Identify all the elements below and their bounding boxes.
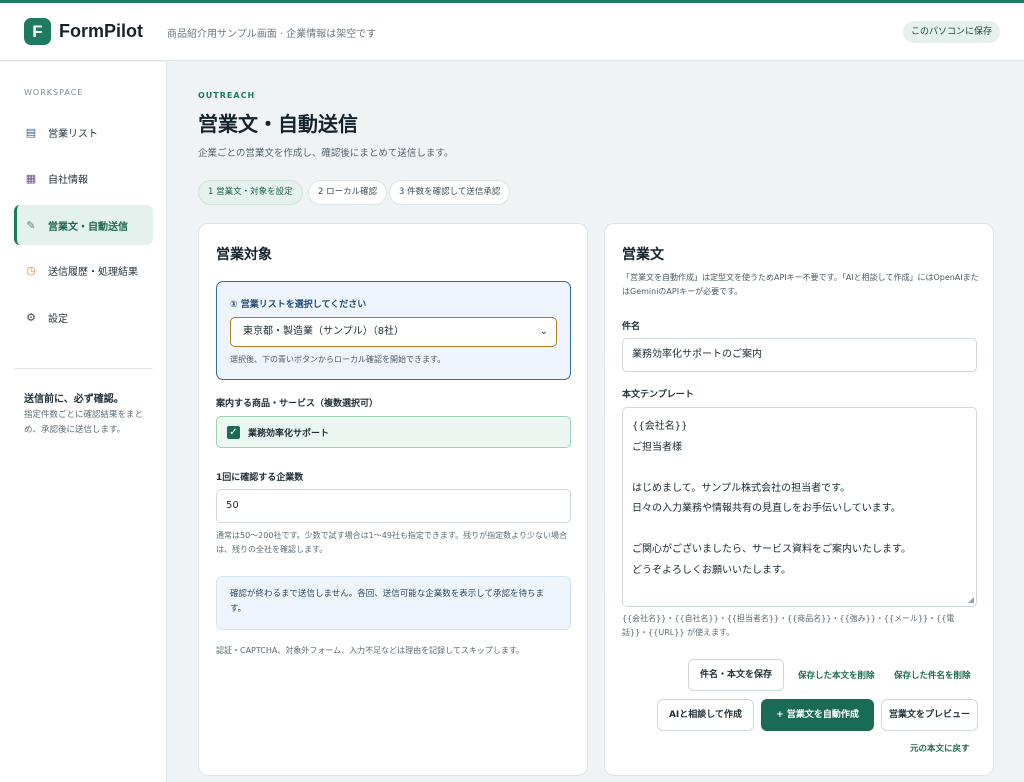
list-icon: ▤ <box>25 125 37 139</box>
delete-body-link[interactable]: 保存した本文を削除 <box>798 669 875 681</box>
save-to-pc-button[interactable]: このパソコンに保存 <box>902 21 1000 43</box>
target-card-title: 営業対象 <box>216 247 272 263</box>
count-input[interactable]: 50 <box>216 489 571 523</box>
count-label: 1回に確認する企業数 <box>216 473 304 483</box>
sidebar-item-label: 設定 <box>48 313 68 325</box>
page-subtitle: 企業ごとの営業文を作成し、確認後にまとめて送信します。 <box>198 148 454 159</box>
body-line: ご担当者様 <box>632 441 682 453</box>
gear-icon: ⚙ <box>26 310 36 324</box>
page-title: 営業文・自動送信 <box>198 112 358 136</box>
body-line <box>632 458 967 479</box>
placeholders-help: {{会社名}}・{{自社名}}・{{担当者名}}・{{商品名}}・{{強み}}・… <box>622 614 955 637</box>
product-option-label: 業務効率化サポート <box>248 429 330 439</box>
message-card-description: 「営業文を自動作成」は定型文を使うためAPIキー不要です。「AIと相談して作成」… <box>622 273 979 296</box>
ai-consult-button[interactable]: AIと相談して作成 <box>657 699 754 731</box>
info-box: 確認が終わるまで送信しません。各回、送信可能な企業数を表示して承認を待ちます。 <box>216 576 571 630</box>
message-card-title: 営業文 <box>622 247 664 263</box>
grid-icon: ▦ <box>25 171 37 185</box>
sidebar-item-label: 営業リスト <box>48 128 98 140</box>
sidebar-item-outreach[interactable]: ✎ 営業文・自動送信 <box>14 205 153 245</box>
clock-icon: ◷ <box>26 263 36 277</box>
body-line: どうぞよろしくお願いいたします。 <box>632 564 791 576</box>
skip-note: 認証・CAPTCHA、対象外フォーム、入力不足などは理由を記録してスキップします… <box>216 646 525 655</box>
body-label: 本文テンプレート <box>622 390 694 400</box>
products-label: 案内する商品・サービス（複数選択可） <box>216 399 379 409</box>
step-2-tab[interactable]: 2 ローカル確認 <box>308 180 388 205</box>
header-tagline: 商品紹介用サンプル画面 · 企業情報は架空です <box>167 29 377 40</box>
sidebar-divider <box>14 368 153 369</box>
preview-button[interactable]: 営業文をプレビュー <box>881 699 978 731</box>
product-option[interactable]: ✓ 業務効率化サポート <box>216 416 571 448</box>
sidebar-note-title: 送信前に、必ず確認。 <box>24 394 124 405</box>
subject-label: 件名 <box>622 322 641 332</box>
info-text: 確認が終わるまで送信しません。各回、送信可能な企業数を表示して承認を待ちます。 <box>230 589 544 614</box>
brand-name: FormPilot <box>59 21 143 41</box>
body-line: {{会社名}} <box>632 421 688 432</box>
list-select-dropdown[interactable]: 東京都・製造業（サンプル）（8社） ⌄ <box>230 317 557 347</box>
body-line: 日々の入力業務や情報共有の見直しをお手伝いしています。 <box>632 503 901 514</box>
list-select-hint: 選択後、下の青いボタンからローカル確認を開始できます。 <box>230 355 446 364</box>
checkbox-checked-icon[interactable]: ✓ <box>227 426 240 439</box>
chevron-down-icon: ⌄ <box>539 326 548 337</box>
step-3-tab[interactable]: 3 件数を確認して送信承認 <box>389 180 511 205</box>
save-template-button[interactable]: 件名・本文を保存 <box>688 659 784 691</box>
sidebar-item-company-info[interactable]: ▦ 自社情報 <box>14 158 153 198</box>
sidebar-item-label: 自社情報 <box>48 174 88 186</box>
sidebar-note-text: 指定件数ごとに確認結果をまとめ、承認後に送信します。 <box>24 410 144 435</box>
step-1-tab[interactable]: 1 営業文・対象を設定 <box>198 180 303 205</box>
list-select-value: 東京都・製造業（サンプル）（8社） <box>243 326 405 337</box>
message-card: 営業文 「営業文を自動作成」は定型文を使うためAPIキー不要です。「AIと相談し… <box>604 223 994 776</box>
sidebar-item-sales-list[interactable]: ▤ 営業リスト <box>14 112 153 152</box>
subject-input[interactable]: 業務効率化サポートのご案内 <box>622 338 977 372</box>
sidebar-item-label: 営業文・自動送信 <box>48 221 128 233</box>
sidebar-item-settings[interactable]: ⚙ 設定 <box>14 297 153 337</box>
count-help-text: 通常は50〜200社です。少数で試す場合は1〜49社も指定できます。残りが指定数… <box>216 531 567 554</box>
pen-icon: ✎ <box>26 218 36 232</box>
sidebar-item-history[interactable]: ◷ 送信履歴・処理結果 <box>14 250 153 290</box>
body-line: はじめまして。サンプル株式会社の担当者です。 <box>632 482 851 494</box>
logo-icon: F <box>24 18 51 45</box>
auto-generate-button[interactable]: + 営業文を自動作成 <box>761 699 874 731</box>
body-line <box>632 520 967 541</box>
target-card: 営業対象 ① 営業リストを選択してください 東京都・製造業（サンプル）（8社） … <box>198 223 588 776</box>
list-select-label: ① 営業リストを選択してください <box>230 300 367 310</box>
restore-body-link[interactable]: 元の本文に戻す <box>910 742 970 754</box>
sidebar: WORKSPACE ▤ 営業リスト ▦ 自社情報 ✎ 営業文・自動送信 ◷ 送信… <box>0 62 167 782</box>
sidebar-item-label: 送信履歴・処理結果 <box>48 266 138 278</box>
resize-handle-icon[interactable]: ◢ <box>968 595 974 604</box>
list-select-panel: ① 営業リストを選択してください 東京都・製造業（サンプル）（8社） ⌄ 選択後… <box>216 281 571 380</box>
delete-subject-link[interactable]: 保存した件名を削除 <box>894 669 971 681</box>
workspace-label: WORKSPACE <box>24 88 84 97</box>
body-template-textarea[interactable]: {{会社名}} ご担当者様 はじめまして。サンプル株式会社の担当者です。 日々の… <box>622 407 977 607</box>
body-line: ご関心がございましたら、サービス資料をご案内いたします。 <box>632 544 911 555</box>
page-eyebrow: OUTREACH <box>198 91 256 100</box>
app-header: F FormPilot 商品紹介用サンプル画面 · 企業情報は架空です このパソ… <box>0 3 1024 61</box>
